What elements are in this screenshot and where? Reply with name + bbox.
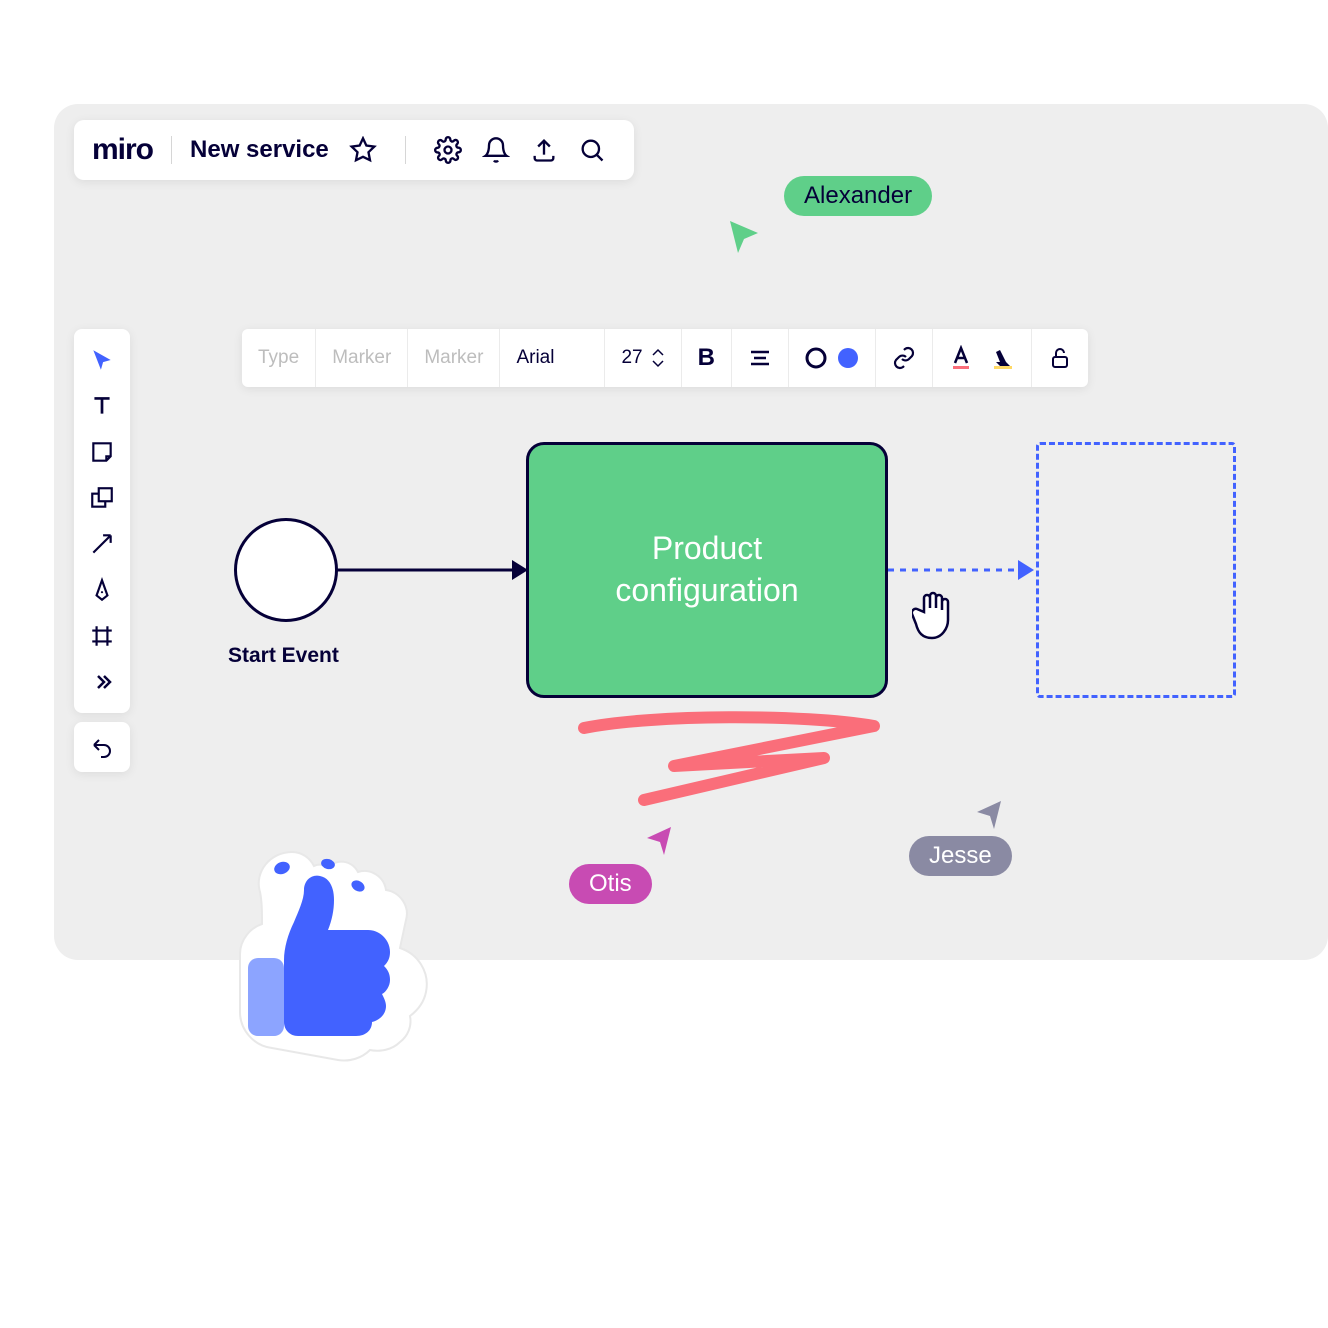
arrow-tool[interactable] <box>74 521 130 567</box>
text-tool[interactable] <box>74 383 130 429</box>
collaborator-pill-jesse: Jesse <box>909 836 1012 876</box>
start-event-node[interactable] <box>234 518 338 622</box>
hand-cursor-icon <box>912 588 962 644</box>
product-configuration-label: Product configuration <box>615 528 798 611</box>
highlight-icon[interactable] <box>991 345 1015 371</box>
text-color-button[interactable] <box>933 329 1032 387</box>
start-event-label: Start Event <box>228 644 339 668</box>
collaborator-cursor-jesse <box>974 798 1004 832</box>
align-button[interactable] <box>732 329 789 387</box>
font-size-selector[interactable]: 27 <box>605 329 681 387</box>
collaborator-pill-alexander: Alexander <box>784 176 932 216</box>
placeholder-node[interactable] <box>1036 442 1236 698</box>
notifications-icon[interactable] <box>482 136 510 164</box>
thumbs-up-sticker[interactable] <box>200 832 430 1062</box>
product-configuration-node[interactable]: Product configuration <box>526 442 888 698</box>
sticky-note-tool[interactable] <box>74 429 130 475</box>
pen-tool[interactable] <box>74 567 130 613</box>
select-tool[interactable] <box>74 337 130 383</box>
settings-icon[interactable] <box>434 136 462 164</box>
marker-selector-2[interactable]: Marker <box>408 329 500 387</box>
shape-color-button[interactable] <box>789 329 876 387</box>
lock-button[interactable] <box>1032 329 1088 387</box>
dashed-connector[interactable] <box>888 552 1038 592</box>
collaborator-name: Jesse <box>929 842 992 869</box>
type-selector[interactable]: Type <box>242 329 316 387</box>
header-bar: miro New service <box>74 120 634 180</box>
board-title[interactable]: New service <box>190 136 329 164</box>
divider <box>405 136 406 164</box>
freehand-squiggle[interactable] <box>574 710 894 810</box>
collaborator-name: Alexander <box>804 182 912 209</box>
shapes-tool[interactable] <box>74 475 130 521</box>
divider <box>171 136 172 164</box>
more-tools[interactable] <box>74 659 130 705</box>
collaborator-pill-otis: Otis <box>569 864 652 904</box>
bold-button[interactable]: B <box>682 329 732 387</box>
link-button[interactable] <box>876 329 933 387</box>
connector-arrow[interactable] <box>336 552 532 592</box>
collaborator-cursor-alexander <box>727 218 761 258</box>
miro-logo[interactable]: miro <box>92 133 153 167</box>
format-toolbar: Type Marker Marker Arial 27 B <box>242 329 1088 387</box>
font-size-value: 27 <box>621 347 642 369</box>
collaborator-name: Otis <box>589 870 632 897</box>
frame-tool[interactable] <box>74 613 130 659</box>
undo-button[interactable] <box>74 722 130 772</box>
collaborator-cursor-otis <box>644 824 674 858</box>
font-family-selector[interactable]: Arial <box>500 329 605 387</box>
search-icon[interactable] <box>578 136 606 164</box>
star-icon[interactable] <box>349 136 377 164</box>
left-toolbar <box>74 329 130 713</box>
export-icon[interactable] <box>530 136 558 164</box>
marker-selector[interactable]: Marker <box>316 329 408 387</box>
